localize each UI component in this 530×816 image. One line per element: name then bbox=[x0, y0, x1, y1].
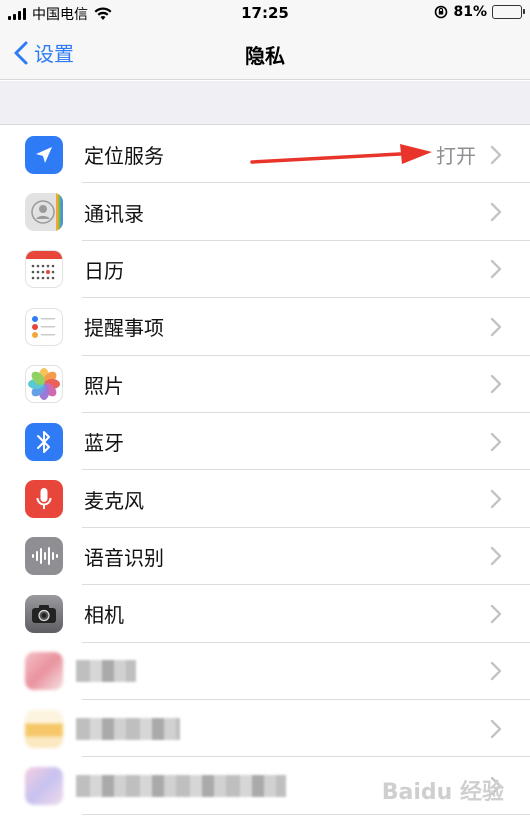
photos-icon bbox=[25, 365, 63, 404]
list-item-microphone[interactable]: 麦克风 bbox=[0, 470, 530, 529]
chevron-right-icon bbox=[490, 604, 502, 624]
page-title: 隐私 bbox=[245, 44, 285, 68]
chevron-right-icon bbox=[490, 662, 502, 681]
obscured-label bbox=[76, 774, 286, 797]
list-item-label: 照片 bbox=[84, 373, 124, 398]
chevron-right-icon bbox=[490, 489, 502, 509]
orientation-lock-icon bbox=[435, 5, 448, 19]
battery-percent: 81% bbox=[453, 4, 487, 20]
obscured-app-icon bbox=[25, 709, 63, 748]
status-bar: 中国电信 17:25 81% bbox=[0, 0, 530, 26]
calendar-icon bbox=[25, 250, 63, 289]
obscured-app-icon bbox=[25, 766, 63, 805]
list-item-bluetooth[interactable]: 蓝牙 bbox=[0, 413, 530, 471]
chevron-right-icon bbox=[490, 547, 502, 566]
list-item-speech-recognition[interactable]: 语音识别 bbox=[0, 528, 530, 586]
list-item-label: 通讯录 bbox=[84, 201, 144, 226]
bluetooth-icon bbox=[25, 422, 63, 461]
list-item-reminders[interactable]: 提醒事项 bbox=[0, 298, 530, 356]
list-item-obscured[interactable] bbox=[0, 643, 530, 701]
list-item-label: 麦克风 bbox=[84, 488, 144, 513]
watermark: Baidu 经验 bbox=[381, 780, 504, 805]
microphone-icon bbox=[25, 480, 63, 519]
reminders-icon bbox=[25, 307, 63, 346]
contacts-icon bbox=[25, 193, 63, 232]
list-item-obscured[interactable] bbox=[0, 700, 530, 758]
speech-recognition-icon bbox=[25, 537, 63, 576]
list-item-camera[interactable]: 相机 bbox=[0, 585, 530, 643]
list-item-photos[interactable]: 照片 bbox=[0, 356, 530, 414]
list-item-label: 相机 bbox=[84, 603, 124, 628]
chevron-right-icon bbox=[490, 375, 502, 394]
list-item-label: 语音识别 bbox=[84, 545, 164, 570]
obscured-label bbox=[76, 717, 180, 740]
chevron-right-icon bbox=[490, 432, 502, 451]
list-item-value: 打开 bbox=[436, 144, 476, 169]
location-icon bbox=[25, 135, 63, 174]
privacy-list: 定位服务 打开 通讯录 日历 提醒事项 照片 蓝牙 麦克风 语音识别 相机 bbox=[0, 126, 530, 816]
chevron-right-icon bbox=[490, 260, 502, 279]
chevron-right-icon bbox=[490, 317, 502, 337]
status-right: 81% bbox=[434, 4, 525, 20]
obscured-app-icon bbox=[25, 652, 63, 691]
list-item-label: 提醒事项 bbox=[84, 316, 164, 341]
navigation-bar: 设置 隐私 bbox=[0, 26, 530, 80]
list-item-contacts[interactable]: 通讯录 bbox=[0, 183, 530, 242]
chevron-right-icon bbox=[490, 202, 502, 222]
chevron-right-icon bbox=[490, 719, 502, 738]
list-item-label: 日历 bbox=[84, 258, 124, 283]
section-gap bbox=[0, 81, 530, 125]
obscured-label bbox=[76, 660, 136, 683]
list-item-label: 蓝牙 bbox=[84, 431, 124, 456]
list-item-label: 定位服务 bbox=[84, 144, 164, 169]
annotation-arrow bbox=[250, 144, 432, 164]
chevron-right-icon bbox=[490, 145, 502, 164]
camera-icon bbox=[25, 594, 63, 633]
list-item-calendar[interactable]: 日历 bbox=[0, 241, 530, 299]
battery-icon bbox=[492, 5, 525, 19]
